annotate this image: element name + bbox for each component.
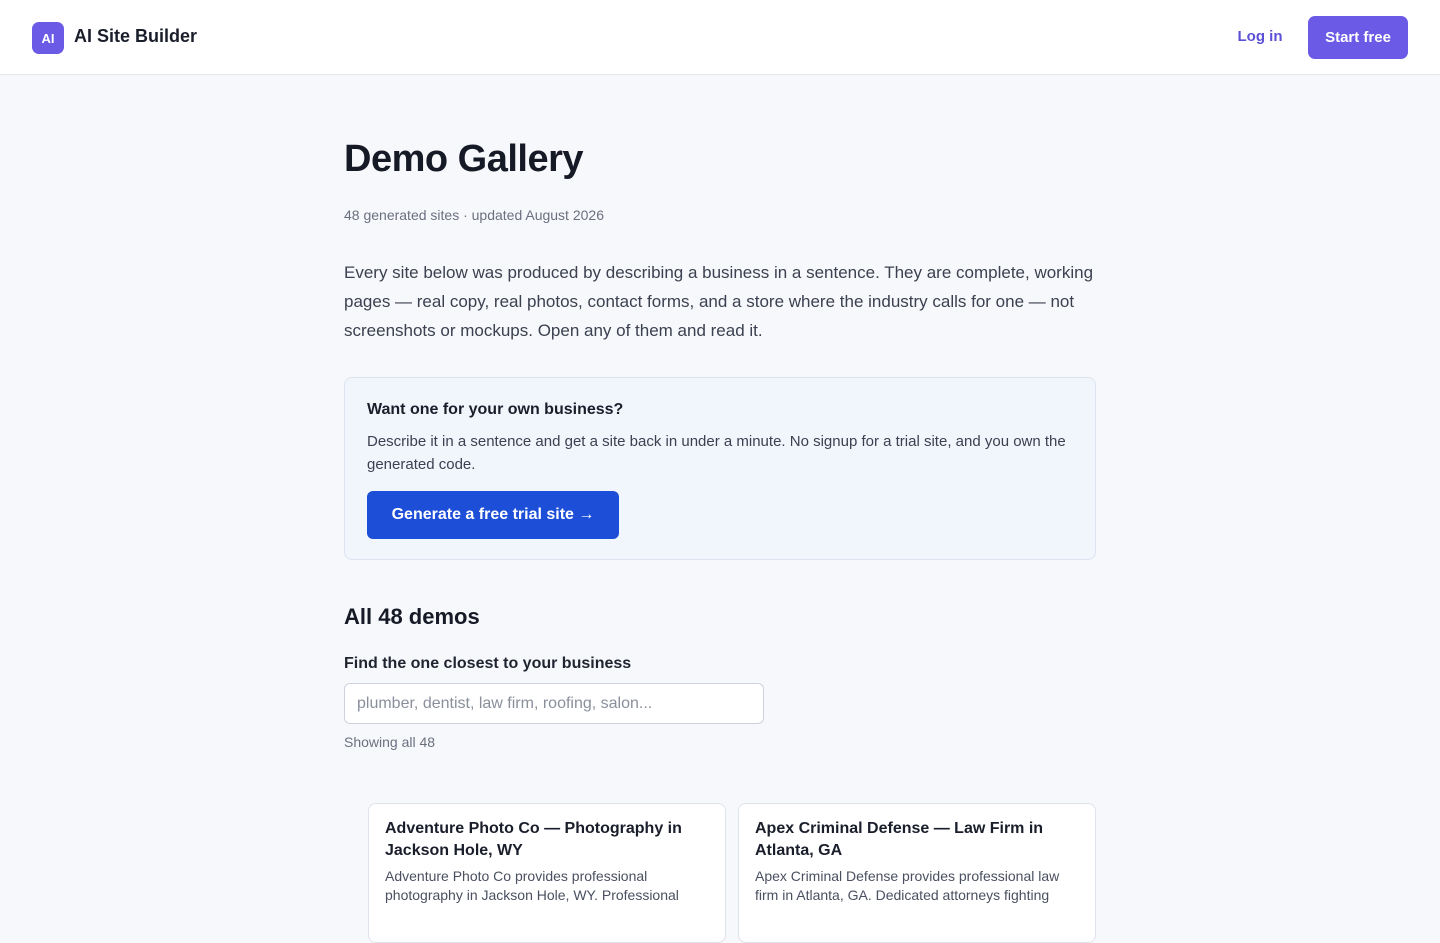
- business-search-input[interactable]: [344, 683, 764, 724]
- trial-cta-panel: Want one for your own business? Describe…: [344, 377, 1096, 560]
- demo-card-title[interactable]: Adventure Photo Co — Photography in Jack…: [385, 818, 705, 862]
- results-count: Showing all 48: [344, 734, 436, 750]
- demo-card[interactable]: Adventure Photo Co — Photography in Jack…: [368, 803, 726, 943]
- intro-paragraph: Every site below was produced by describ…: [344, 263, 1094, 340]
- brand-name[interactable]: AI Site Builder: [74, 26, 197, 47]
- page-title: Demo Gallery: [344, 138, 584, 180]
- gallery-meta: 48 generated sites · updated August 2026: [344, 207, 604, 223]
- demo-card-description: Adventure Photo Co provides professional…: [385, 868, 679, 903]
- demos-section-title: All 48 demos: [344, 604, 480, 629]
- cta-description: Describe it in a sentence and get a site…: [367, 433, 1066, 473]
- logo-icon[interactable]: AI: [32, 22, 64, 54]
- demo-card[interactable]: Apex Criminal Defense — Law Firm in Atla…: [738, 803, 1096, 943]
- search-label: Find the one closest to your business: [344, 655, 632, 672]
- start-free-button[interactable]: Start free: [1308, 16, 1408, 59]
- generate-trial-site-button[interactable]: Generate a free trial site →: [367, 491, 619, 539]
- login-link[interactable]: Log in: [1224, 28, 1296, 45]
- demo-card-title[interactable]: Apex Criminal Defense — Law Firm in Atla…: [755, 818, 1075, 862]
- cta-heading: Want one for your own business?: [367, 401, 624, 418]
- demo-card-description: Apex Criminal Defense provides professio…: [755, 868, 1060, 903]
- top-navigation-bar: AI AI Site Builder Log in Start free: [0, 0, 1440, 75]
